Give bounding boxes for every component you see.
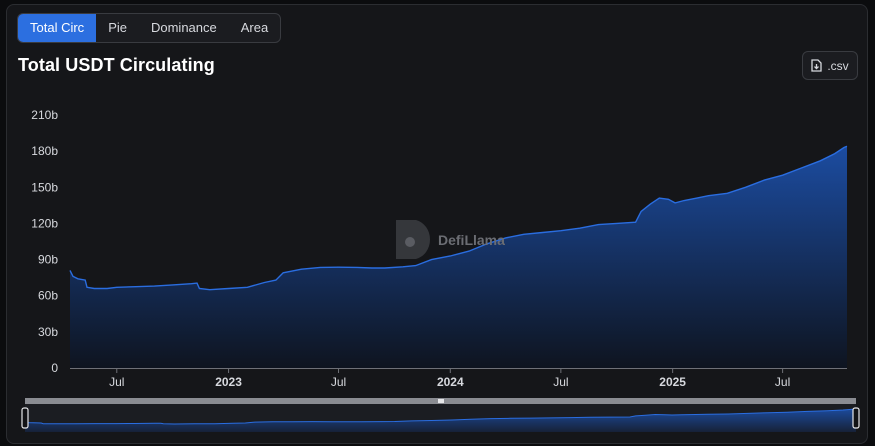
y-tick-label: 120b bbox=[31, 216, 58, 230]
x-tick-label: 2025 bbox=[659, 375, 686, 389]
y-tick-label: 60b bbox=[38, 289, 58, 303]
y-tick-label: 210b bbox=[31, 108, 58, 122]
navigator-handle-left[interactable] bbox=[21, 407, 29, 429]
x-tick-label: Jul bbox=[553, 375, 568, 389]
x-tick-label: 2023 bbox=[215, 375, 242, 389]
series-area bbox=[70, 146, 847, 368]
navigator-handle-right[interactable] bbox=[852, 407, 860, 429]
y-tick-label: 30b bbox=[38, 325, 58, 339]
y-tick-label: 90b bbox=[38, 253, 58, 267]
watermark-text: DefiLlama bbox=[438, 232, 505, 248]
area-chart: 0 30b 60b 90b 120b 150b 180b 210b Jul 2023 Jul 2024… bbox=[21, 108, 860, 432]
x-tick-label: 2024 bbox=[437, 375, 464, 389]
y-tick-label: 180b bbox=[31, 144, 58, 158]
navigator-drag-grip-icon bbox=[438, 399, 444, 403]
y-tick-label: 0 bbox=[51, 361, 58, 375]
defillama-logo-icon bbox=[405, 237, 415, 247]
y-tick-label: 150b bbox=[31, 180, 58, 194]
x-tick-label: Jul bbox=[109, 375, 124, 389]
x-tick-label: Jul bbox=[331, 375, 346, 389]
x-tick-label: Jul bbox=[775, 375, 790, 389]
